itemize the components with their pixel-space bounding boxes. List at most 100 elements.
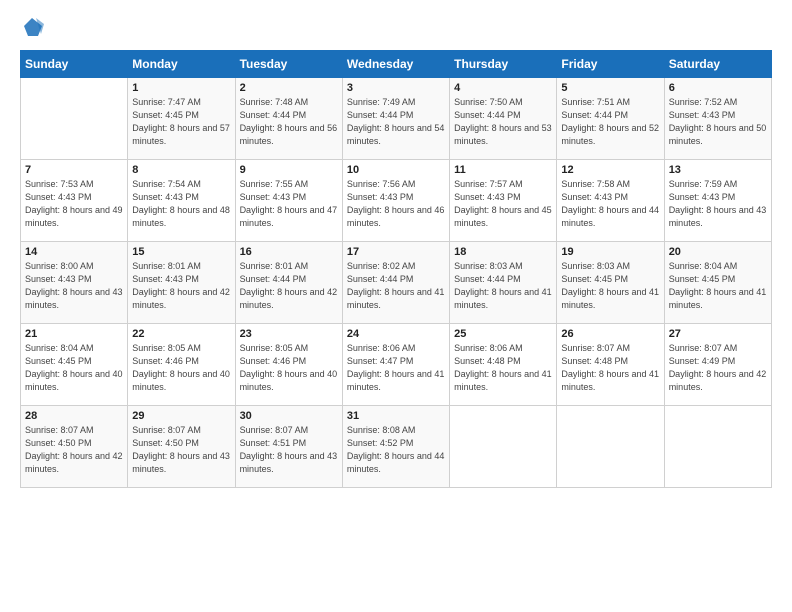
day-info: Sunrise: 7:52 AMSunset: 4:43 PMDaylight:… [669,96,767,148]
calendar-cell: 4 Sunrise: 7:50 AMSunset: 4:44 PMDaylight… [450,78,557,160]
weekday-header-thursday: Thursday [450,51,557,78]
day-number: 3 [347,82,445,94]
calendar-week-1: 7 Sunrise: 7:53 AMSunset: 4:43 PMDaylight… [21,160,772,242]
weekday-header-friday: Friday [557,51,664,78]
day-number: 2 [240,82,338,94]
day-number: 27 [669,328,767,340]
day-number: 6 [669,82,767,94]
calendar-cell: 23 Sunrise: 8:05 AMSunset: 4:46 PMDayligh… [235,324,342,406]
day-number: 20 [669,246,767,258]
day-info: Sunrise: 7:56 AMSunset: 4:43 PMDaylight:… [347,178,445,230]
day-number: 11 [454,164,552,176]
calendar-cell: 19 Sunrise: 8:03 AMSunset: 4:45 PMDayligh… [557,242,664,324]
calendar-cell: 16 Sunrise: 8:01 AMSunset: 4:44 PMDayligh… [235,242,342,324]
day-info: Sunrise: 7:53 AMSunset: 4:43 PMDaylight:… [25,178,123,230]
weekday-header-row: SundayMondayTuesdayWednesdayThursdayFrid… [21,51,772,78]
day-number: 5 [561,82,659,94]
calendar-cell: 15 Sunrise: 8:01 AMSunset: 4:43 PMDayligh… [128,242,235,324]
day-number: 1 [132,82,230,94]
day-info: Sunrise: 7:57 AMSunset: 4:43 PMDaylight:… [454,178,552,230]
day-info: Sunrise: 8:05 AMSunset: 4:46 PMDaylight:… [240,342,338,394]
day-number: 17 [347,246,445,258]
day-number: 14 [25,246,123,258]
day-info: Sunrise: 7:50 AMSunset: 4:44 PMDaylight:… [454,96,552,148]
calendar-cell: 1 Sunrise: 7:47 AMSunset: 4:45 PMDaylight… [128,78,235,160]
day-number: 31 [347,410,445,422]
day-info: Sunrise: 8:02 AMSunset: 4:44 PMDaylight:… [347,260,445,312]
calendar-cell: 6 Sunrise: 7:52 AMSunset: 4:43 PMDaylight… [664,78,771,160]
calendar-cell: 21 Sunrise: 8:04 AMSunset: 4:45 PMDayligh… [21,324,128,406]
header [20,16,772,38]
day-number: 28 [25,410,123,422]
calendar-container: SundayMondayTuesdayWednesdayThursdayFrid… [0,0,792,500]
calendar-cell: 10 Sunrise: 7:56 AMSunset: 4:43 PMDayligh… [342,160,449,242]
calendar-cell: 11 Sunrise: 7:57 AMSunset: 4:43 PMDayligh… [450,160,557,242]
day-info: Sunrise: 8:07 AMSunset: 4:48 PMDaylight:… [561,342,659,394]
calendar-cell: 20 Sunrise: 8:04 AMSunset: 4:45 PMDayligh… [664,242,771,324]
calendar-cell: 12Sunrise: 7:58 AMSunset: 4:43 PMDayligh… [557,160,664,242]
calendar-cell: 31Sunrise: 8:08 AMSunset: 4:52 PMDayligh… [342,406,449,488]
day-info: Sunrise: 8:04 AMSunset: 4:45 PMDaylight:… [669,260,767,312]
calendar-cell [450,406,557,488]
weekday-header-wednesday: Wednesday [342,51,449,78]
day-number: 21 [25,328,123,340]
day-info: Sunrise: 8:00 AMSunset: 4:43 PMDaylight:… [25,260,123,312]
weekday-header-monday: Monday [128,51,235,78]
day-info: Sunrise: 8:07 AMSunset: 4:50 PMDaylight:… [132,424,230,476]
calendar-cell: 2 Sunrise: 7:48 AMSunset: 4:44 PMDaylight… [235,78,342,160]
calendar-cell [664,406,771,488]
logo-icon [22,16,44,38]
day-info: Sunrise: 8:03 AMSunset: 4:45 PMDaylight:… [561,260,659,312]
day-info: Sunrise: 8:03 AMSunset: 4:44 PMDaylight:… [454,260,552,312]
day-info: Sunrise: 8:06 AMSunset: 4:47 PMDaylight:… [347,342,445,394]
calendar-table: SundayMondayTuesdayWednesdayThursdayFrid… [20,50,772,488]
calendar-week-3: 21 Sunrise: 8:04 AMSunset: 4:45 PMDayligh… [21,324,772,406]
day-number: 12 [561,164,659,176]
calendar-cell: 22 Sunrise: 8:05 AMSunset: 4:46 PMDayligh… [128,324,235,406]
day-number: 25 [454,328,552,340]
calendar-week-4: 28 Sunrise: 8:07 AMSunset: 4:50 PMDayligh… [21,406,772,488]
day-info: Sunrise: 8:05 AMSunset: 4:46 PMDaylight:… [132,342,230,394]
calendar-cell: 13Sunrise: 7:59 AMSunset: 4:43 PMDayligh… [664,160,771,242]
day-number: 16 [240,246,338,258]
day-info: Sunrise: 7:48 AMSunset: 4:44 PMDaylight:… [240,96,338,148]
day-info: Sunrise: 8:06 AMSunset: 4:48 PMDaylight:… [454,342,552,394]
calendar-cell: 3Sunrise: 7:49 AMSunset: 4:44 PMDaylight… [342,78,449,160]
logo [20,16,44,38]
calendar-cell: 7 Sunrise: 7:53 AMSunset: 4:43 PMDaylight… [21,160,128,242]
calendar-cell: 5 Sunrise: 7:51 AMSunset: 4:44 PMDaylight… [557,78,664,160]
calendar-cell: 28 Sunrise: 8:07 AMSunset: 4:50 PMDayligh… [21,406,128,488]
calendar-cell: 29 Sunrise: 8:07 AMSunset: 4:50 PMDayligh… [128,406,235,488]
calendar-cell: 30Sunrise: 8:07 AMSunset: 4:51 PMDayligh… [235,406,342,488]
day-number: 19 [561,246,659,258]
calendar-cell: 24Sunrise: 8:06 AMSunset: 4:47 PMDayligh… [342,324,449,406]
day-info: Sunrise: 7:54 AMSunset: 4:43 PMDaylight:… [132,178,230,230]
day-info: Sunrise: 8:04 AMSunset: 4:45 PMDaylight:… [25,342,123,394]
day-info: Sunrise: 8:07 AMSunset: 4:49 PMDaylight:… [669,342,767,394]
calendar-cell [21,78,128,160]
day-number: 23 [240,328,338,340]
weekday-header-tuesday: Tuesday [235,51,342,78]
day-info: Sunrise: 7:51 AMSunset: 4:44 PMDaylight:… [561,96,659,148]
weekday-header-saturday: Saturday [664,51,771,78]
day-number: 29 [132,410,230,422]
day-number: 22 [132,328,230,340]
day-info: Sunrise: 8:01 AMSunset: 4:44 PMDaylight:… [240,260,338,312]
calendar-cell: 18Sunrise: 8:03 AMSunset: 4:44 PMDayligh… [450,242,557,324]
day-info: Sunrise: 8:07 AMSunset: 4:51 PMDaylight:… [240,424,338,476]
day-number: 4 [454,82,552,94]
calendar-cell: 17 Sunrise: 8:02 AMSunset: 4:44 PMDayligh… [342,242,449,324]
calendar-cell: 27 Sunrise: 8:07 AMSunset: 4:49 PMDayligh… [664,324,771,406]
day-info: Sunrise: 7:47 AMSunset: 4:45 PMDaylight:… [132,96,230,148]
day-info: Sunrise: 7:59 AMSunset: 4:43 PMDaylight:… [669,178,767,230]
day-number: 9 [240,164,338,176]
day-number: 10 [347,164,445,176]
calendar-cell: 26Sunrise: 8:07 AMSunset: 4:48 PMDayligh… [557,324,664,406]
calendar-cell: 14 Sunrise: 8:00 AMSunset: 4:43 PMDayligh… [21,242,128,324]
calendar-cell [557,406,664,488]
day-number: 15 [132,246,230,258]
day-number: 7 [25,164,123,176]
day-info: Sunrise: 8:07 AMSunset: 4:50 PMDaylight:… [25,424,123,476]
day-info: Sunrise: 8:01 AMSunset: 4:43 PMDaylight:… [132,260,230,312]
calendar-cell: 8Sunrise: 7:54 AMSunset: 4:43 PMDaylight… [128,160,235,242]
